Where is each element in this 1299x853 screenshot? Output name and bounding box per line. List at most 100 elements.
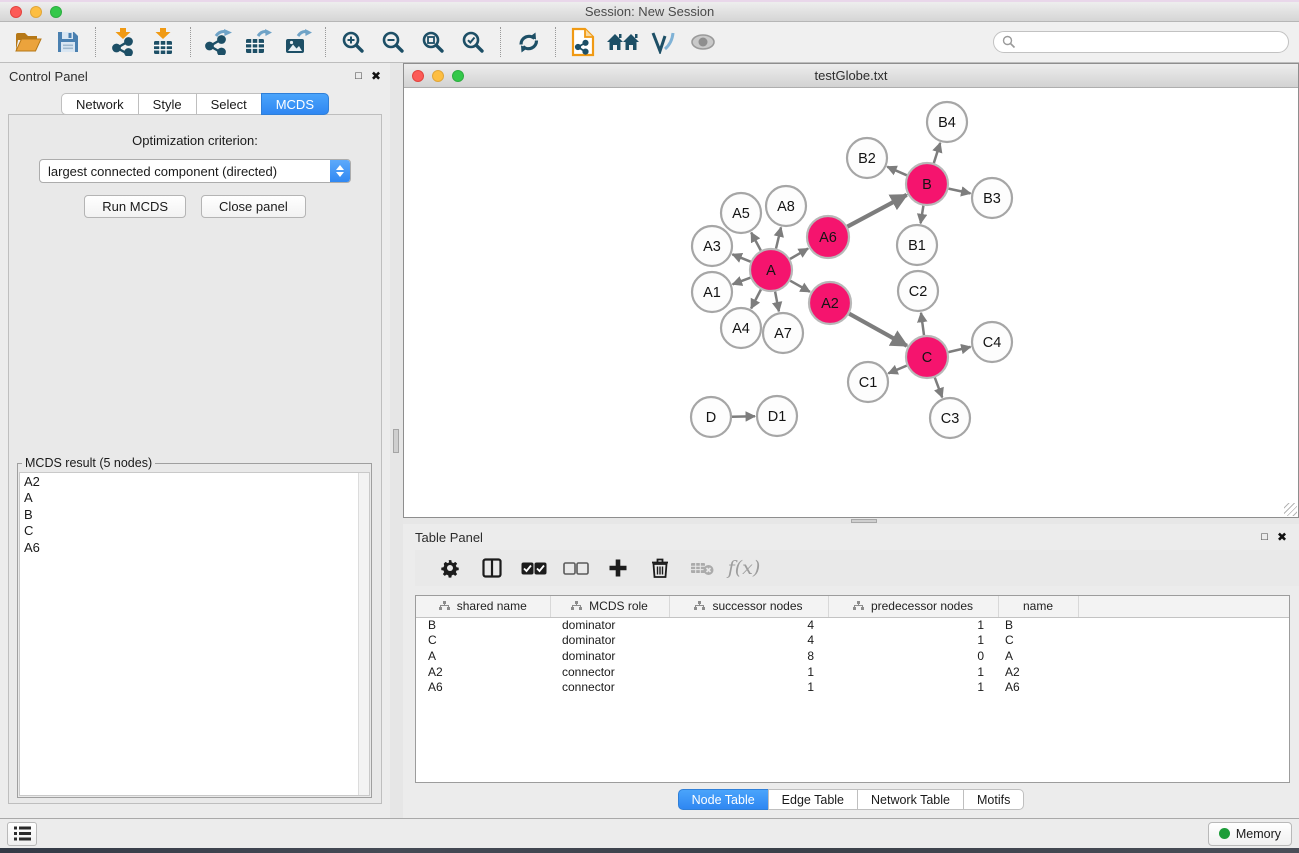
select-all-button[interactable] — [513, 553, 555, 583]
optimization-criterion-dropdown[interactable]: largest connected component (directed) — [39, 159, 351, 183]
table-row[interactable]: Bdominator41B — [416, 617, 1289, 633]
equation-fx-button[interactable]: f(x) — [723, 553, 765, 583]
vertical-splitter[interactable] — [390, 63, 403, 818]
edge-A-A1[interactable] — [733, 278, 751, 285]
table-row[interactable]: A6connector11A6 — [416, 679, 1289, 695]
search-field[interactable] — [993, 31, 1289, 53]
run-mcds-button[interactable]: Run MCDS — [84, 195, 186, 218]
column-header-name[interactable]: name — [998, 596, 1078, 617]
edge-B-B4[interactable] — [934, 143, 940, 163]
column-header-MCDS-role[interactable]: MCDS role — [550, 596, 669, 617]
mcds-result-item[interactable]: C — [24, 523, 358, 539]
mcds-result-item[interactable]: A — [24, 490, 358, 506]
zoom-selected-button[interactable] — [453, 25, 493, 59]
edge-A-A7[interactable] — [775, 292, 779, 312]
tab-node-table[interactable]: Node Table — [678, 789, 769, 810]
table-settings-button[interactable] — [429, 553, 471, 583]
edge-A-A3[interactable] — [732, 254, 750, 261]
tab-motifs[interactable]: Motifs — [963, 789, 1024, 810]
refresh-button[interactable] — [508, 25, 548, 59]
edge-A6-B[interactable] — [847, 195, 906, 227]
edge-B-B3[interactable] — [949, 189, 971, 194]
node-A5[interactable]: A5 — [721, 193, 761, 233]
new-session-from-network-button[interactable] — [563, 25, 603, 59]
hide-panel-button[interactable] — [683, 25, 723, 59]
node-C1[interactable]: C1 — [848, 362, 888, 402]
node-B2[interactable]: B2 — [847, 138, 887, 178]
tab-select[interactable]: Select — [196, 93, 262, 115]
edge-C-C2[interactable] — [921, 313, 924, 335]
edge-C-C1[interactable] — [888, 366, 906, 374]
node-B1[interactable]: B1 — [897, 225, 937, 265]
tab-style[interactable]: Style — [138, 93, 197, 115]
network-graph[interactable]: A A1 A2 A3 A4 A5 A6 A7 A8 B B1 B2 B3B4 C C1 C2 C3C4 D D1 — [404, 88, 1298, 517]
tab-network[interactable]: Network — [61, 93, 139, 115]
mcds-result-item[interactable]: B — [24, 507, 358, 523]
node-A8[interactable]: A8 — [766, 186, 806, 226]
tab-edge-table[interactable]: Edge Table — [768, 789, 858, 810]
zoom-in-button[interactable] — [333, 25, 373, 59]
export-table-button[interactable] — [238, 25, 278, 59]
node-C4[interactable]: C4 — [972, 322, 1012, 362]
edge-B-B1[interactable] — [921, 206, 924, 224]
open-session-button[interactable] — [8, 25, 48, 59]
zoom-out-button[interactable] — [373, 25, 413, 59]
delete-column-button[interactable] — [639, 553, 681, 583]
zoom-fit-button[interactable] — [413, 25, 453, 59]
close-panel-button[interactable]: Close panel — [201, 195, 306, 218]
node-C2[interactable]: C2 — [898, 271, 938, 311]
node-C3[interactable]: C3 — [930, 398, 970, 438]
node-A2[interactable]: A2 — [809, 282, 851, 324]
edge-A-A6[interactable] — [790, 249, 808, 260]
node-A[interactable]: A — [750, 249, 792, 291]
save-session-button[interactable] — [48, 25, 88, 59]
show-tasks-button[interactable] — [7, 822, 37, 846]
memory-button[interactable]: Memory — [1208, 822, 1292, 846]
mcds-result-item[interactable]: A2 — [24, 474, 358, 490]
validate-button[interactable] — [643, 25, 683, 59]
node-B4[interactable]: B4 — [927, 102, 967, 142]
node-D[interactable]: D — [691, 397, 731, 437]
add-column-button[interactable] — [597, 553, 639, 583]
horizontal-splitter[interactable] — [403, 518, 1299, 524]
split-panel-button[interactable] — [471, 553, 513, 583]
edge-C-C3[interactable] — [935, 378, 942, 398]
column-header-shared-name[interactable]: shared name — [416, 596, 550, 617]
float-panel-icon[interactable]: □ — [355, 71, 362, 82]
node-A7[interactable]: A7 — [763, 313, 803, 353]
tab-mcds[interactable]: MCDS — [261, 93, 329, 115]
edge-A-A8[interactable] — [776, 227, 781, 248]
close-panel-icon[interactable]: ✖ — [1277, 531, 1287, 543]
import-table-button[interactable] — [143, 25, 183, 59]
tab-network-table[interactable]: Network Table — [857, 789, 964, 810]
node-A1[interactable]: A1 — [692, 272, 732, 312]
resize-grip-icon[interactable] — [1284, 503, 1297, 516]
deselect-all-button[interactable] — [555, 553, 597, 583]
close-panel-icon[interactable]: ✖ — [371, 70, 381, 82]
node-D1[interactable]: D1 — [757, 396, 797, 436]
delete-table-button[interactable] — [681, 553, 723, 583]
table-row[interactable]: A2connector11A2 — [416, 664, 1289, 680]
import-network-button[interactable] — [103, 25, 143, 59]
node-B[interactable]: B — [906, 163, 948, 205]
node-A4[interactable]: A4 — [721, 308, 761, 348]
home-button[interactable] — [603, 25, 643, 59]
node-A3[interactable]: A3 — [692, 226, 732, 266]
edge-A2-C[interactable] — [849, 314, 907, 346]
mcds-result-item[interactable]: A6 — [24, 540, 358, 556]
edge-C-C4[interactable] — [948, 347, 970, 352]
edge-A-A2[interactable] — [790, 281, 810, 292]
edge-A-A5[interactable] — [751, 233, 761, 251]
node-B3[interactable]: B3 — [972, 178, 1012, 218]
search-input[interactable] — [1016, 35, 1280, 49]
scrollbar-track[interactable] — [358, 473, 369, 795]
export-network-button[interactable] — [198, 25, 238, 59]
node-C[interactable]: C — [906, 336, 948, 378]
column-header-predecessor-nodes[interactable]: predecessor nodes — [828, 596, 998, 617]
splitter-grip[interactable] — [393, 429, 399, 453]
node-A6[interactable]: A6 — [807, 216, 849, 258]
edge-B-B2[interactable] — [887, 167, 907, 176]
network-canvas[interactable]: A A1 A2 A3 A4 A5 A6 A7 A8 B B1 B2 B3B4 C C1 C2 C3C4 D D1 — [404, 88, 1298, 517]
export-image-button[interactable] — [278, 25, 318, 59]
table-row[interactable]: Adominator80A — [416, 648, 1289, 664]
